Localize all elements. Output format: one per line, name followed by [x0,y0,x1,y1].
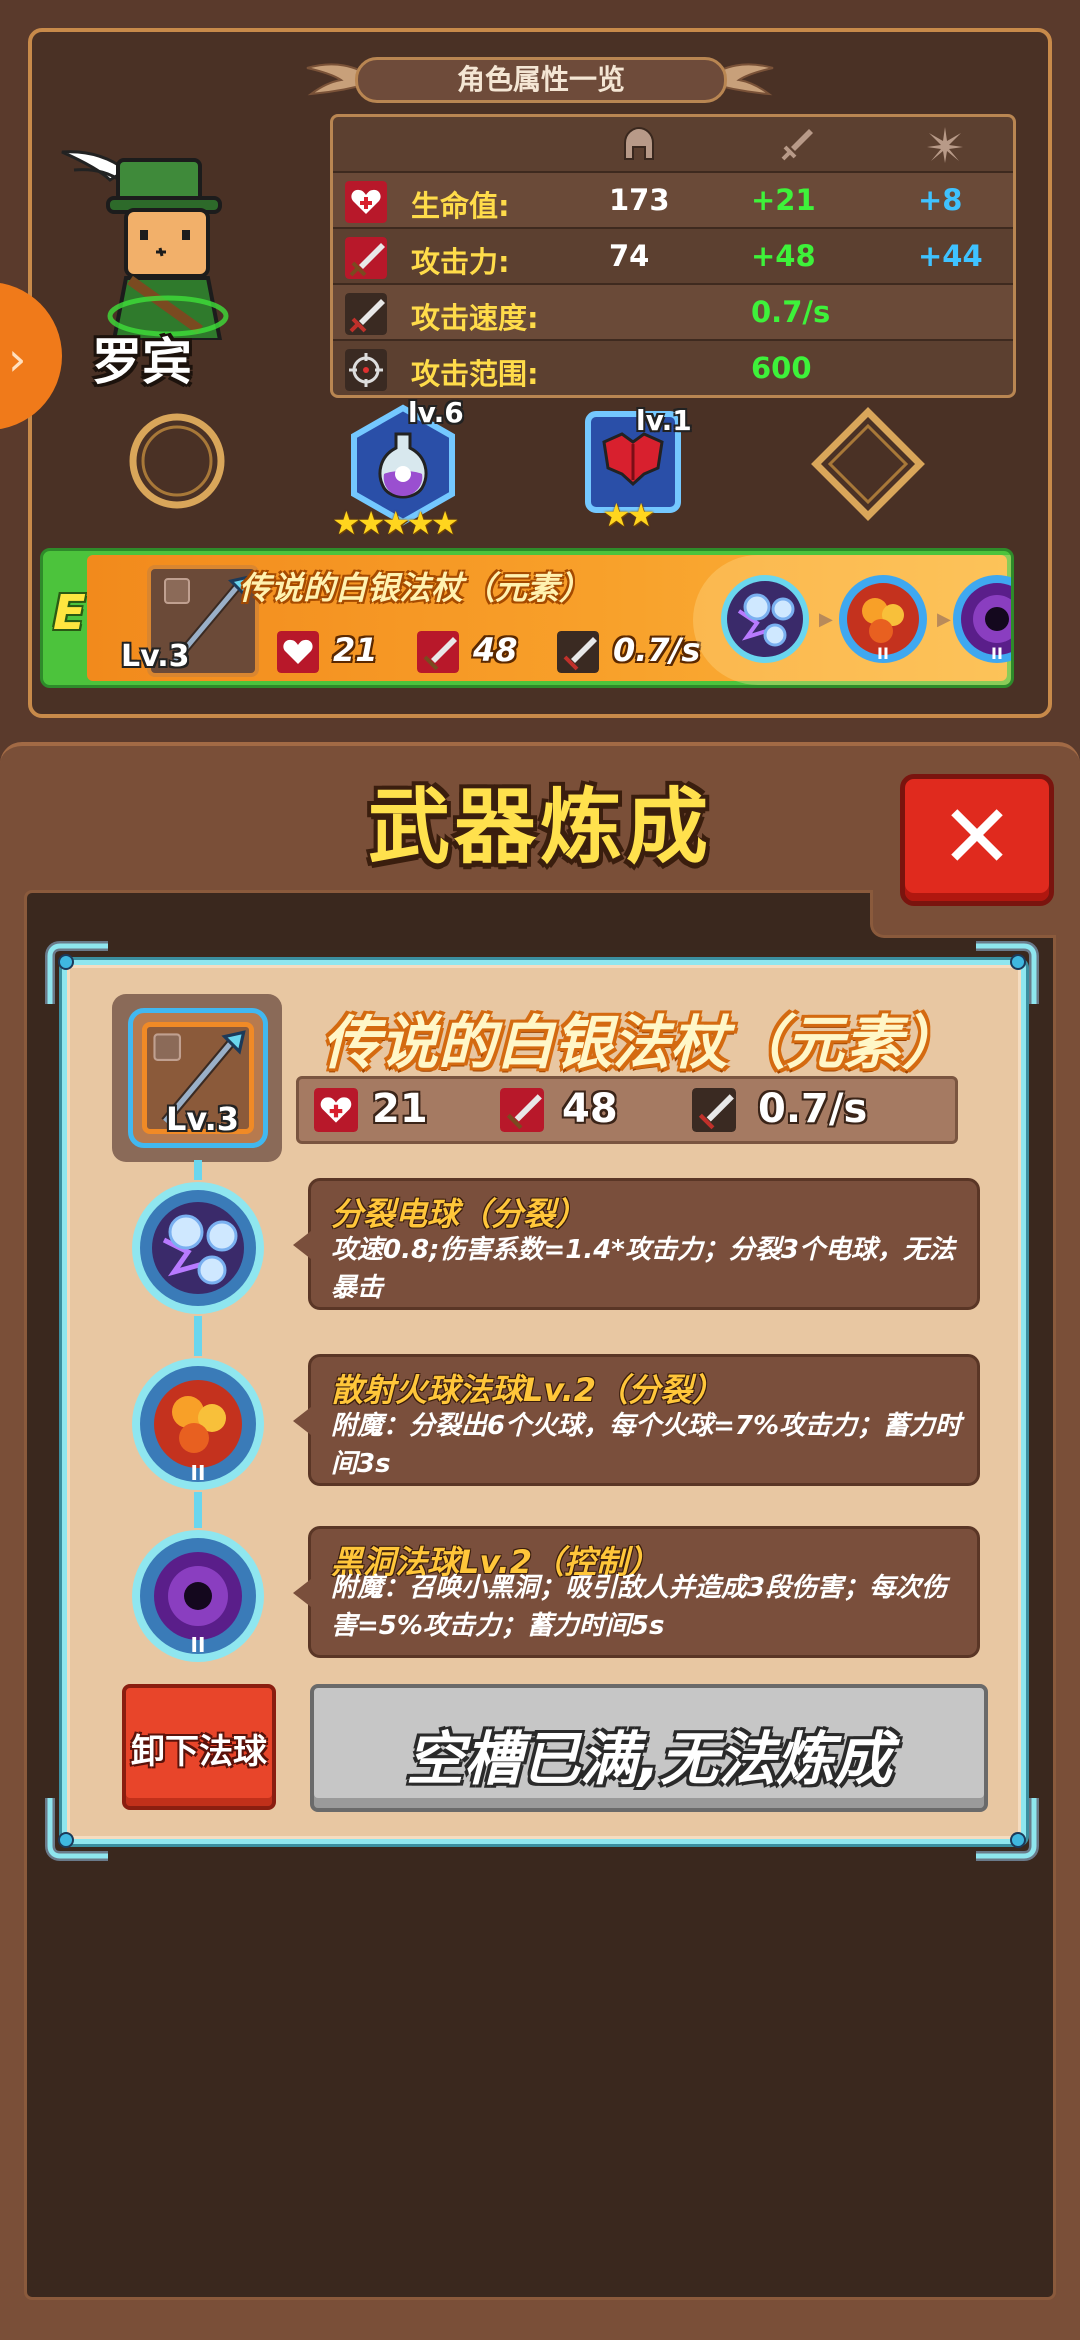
empty-diamond-slot[interactable] [810,406,926,522]
stat-label: 攻击力: [411,245,510,279]
heart-icon [277,631,319,673]
unequip-orb-button[interactable]: 卸下法球 [122,1684,276,1810]
weapon-hp: 21 [333,631,378,669]
chain-connector [194,1492,202,1528]
weapon-atk: 48 [473,631,518,669]
chain-connector [194,1316,202,1356]
panel-title: 角色属性一览 [355,57,727,103]
stat-row-hp: 生命值: 173 +21 +8 [333,173,1013,229]
helmet-icon [624,126,654,160]
stat-base-value: 173 [609,183,670,217]
heart-icon [314,1088,358,1132]
stat-base-value: 74 [609,239,650,273]
weapon-bar-body: Lv.3 传说的白银法杖（元素） 21 48 0.7/s ▶ II ▶ II [87,555,1011,685]
bubble-tail [293,1579,311,1607]
character-avatar[interactable] [60,140,250,340]
sword-speed-icon [345,293,387,335]
crosshair-icon [345,349,387,391]
stat-label: 生命值: [411,189,510,223]
skill-desc: 附魔：分裂出6个火球，每个火球=7%攻击力；蓄力时间3s [331,1411,962,1479]
skill-desc: 攻速0.8;伤害系数=1.4*攻击力；分裂3个电球，无法暴击 [331,1235,955,1303]
stat-extra-bonus: +44 [918,239,983,273]
weapon-speed: 0.7/s [613,631,701,669]
stat-equip-bonus: +48 [751,239,816,273]
close-button[interactable]: ✕ [900,774,1054,906]
svg-text:II: II [191,1461,206,1485]
sword-speed-icon [557,631,599,673]
stat-row-range: 攻击范围: 600 [333,341,1013,395]
weapon-level: Lv.3 [121,639,190,674]
character-name: 罗宾 [92,333,192,391]
attack-icon [500,1088,544,1132]
close-icon: ✕ [940,785,1014,888]
bubble-tail [293,1231,311,1259]
svg-text:II: II [191,1633,206,1657]
stat-row-attack-speed: 攻击速度: 0.7/s [333,285,1013,341]
corner-ornament [976,941,1039,1004]
stat-label: 攻击速度: [411,301,539,335]
armor-stars: ★★ [602,496,655,534]
sword-icon [781,129,813,161]
skill-name: 分裂电球（分裂） [331,1195,588,1233]
stat-equip-bonus: 600 [751,351,812,385]
lightning-orb-icon[interactable] [717,571,813,667]
stats-header-row [333,117,1013,173]
empty-ring-slot[interactable] [126,410,228,512]
heart-icon [345,181,387,223]
weapon-level: Lv.3 [166,1100,240,1138]
corner-ornament [45,1798,108,1861]
unequip-label: 卸下法球 [131,1732,267,1772]
skill-description-bubble: 散射火球法球Lv.2（分裂） 附魔：分裂出6个火球，每个火球=7%攻击力；蓄力时… [293,1354,980,1486]
stat-label: 攻击范围: [411,357,539,391]
potion-level: lv.6 [408,396,464,429]
weapon-hp: 21 [372,1086,428,1132]
weapon-title: 传说的白银法杖（元素） [322,1009,961,1077]
stat-equip-bonus: +21 [751,183,816,217]
skill-description-bubble: 黑洞法球Lv.2（控制） 附魔：召唤小黑洞；吸引敌人并造成3段伤害；每次伤害=5… [293,1526,980,1658]
blackhole-orb-icon[interactable]: II [128,1526,268,1666]
stat-row-attack: 攻击力: 74 +48 +44 [333,229,1013,285]
chain-connector [194,1160,202,1180]
weapon-name: 传说的白银法杖（元素） [239,569,592,607]
chevron-right-icon: › [8,332,27,386]
weapon-speed: 0.7/s [758,1086,868,1132]
svg-text:II: II [991,644,1003,663]
skill-desc: 附魔：召唤小黑洞；吸引敌人并造成3段伤害；每次伤害=5%攻击力；蓄力时间5s [331,1573,948,1641]
grade-badge: E [53,585,86,641]
refine-status-label: 空槽已满,无法炼成 [405,1725,893,1793]
fire-orb-icon[interactable]: II [128,1354,268,1494]
potion-stars: ★★★★★ [332,504,459,542]
equipped-weapon-bar[interactable]: E Lv.3 传说的白银法杖（元素） 21 48 0.7/s ▶ II ▶ II [40,548,1014,688]
attack-icon [345,237,387,279]
skill-name: 散射火球法球Lv.2（分裂） [331,1371,725,1409]
stat-equip-bonus: 0.7/s [751,295,831,329]
arrow-right-icon: ▶ [819,609,833,630]
weapon-atk: 48 [562,1086,618,1132]
lightning-orb-icon[interactable] [128,1178,268,1318]
svg-text:II: II [877,644,889,663]
armor-level: lv.1 [636,404,692,437]
bubble-tail [293,1407,311,1435]
attack-icon [417,631,459,673]
refine-button-disabled[interactable]: 空槽已满,无法炼成 [310,1684,988,1812]
sparkle-icon [927,127,963,163]
fire-orb-icon[interactable]: II [835,571,931,667]
stats-table: 生命值: 173 +21 +8 攻击力: 74 +48 +44 攻击速度: 0.… [330,114,1016,398]
skill-description-bubble: 分裂电球（分裂） 攻速0.8;伤害系数=1.4*攻击力；分裂3个电球，无法暴击 [293,1178,980,1310]
stat-extra-bonus: +8 [918,183,963,217]
corner-ornament [45,941,108,1004]
sword-speed-icon [692,1088,736,1132]
